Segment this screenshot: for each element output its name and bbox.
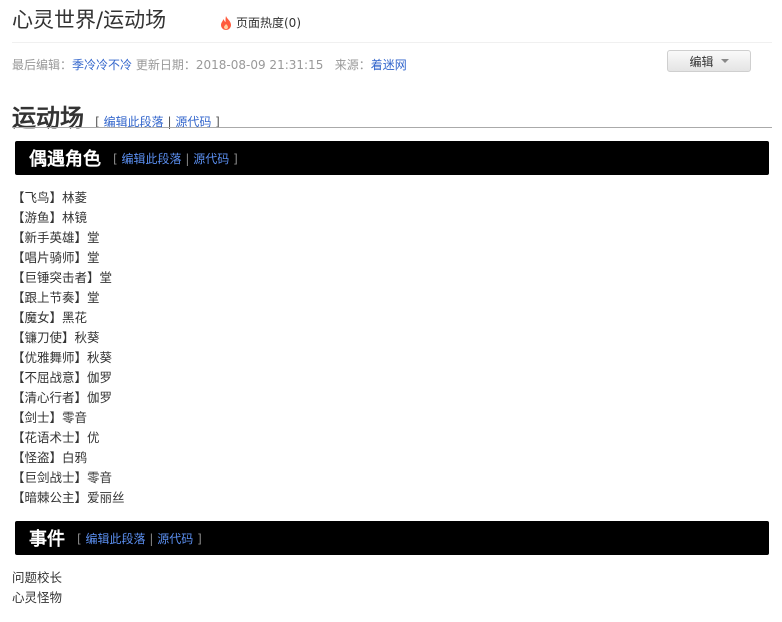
list-item: 【巨剑战士】零音	[12, 470, 113, 485]
events-list: 问题校长 心灵怪物	[12, 568, 62, 608]
page-title: 心灵世界/运动场	[12, 8, 167, 32]
bracket-open: [	[77, 531, 82, 546]
characters-edit-links: [ 编辑此段落 | 源代码 ]	[113, 150, 238, 167]
characters-header-bar: 偶遇角色 [ 编辑此段落 | 源代码 ]	[15, 141, 769, 175]
events-header-bar: 事件 [ 编辑此段落 | 源代码 ]	[15, 521, 769, 555]
update-time: 2018-08-09 21:31:15	[195, 58, 324, 72]
link-separator: |	[185, 151, 190, 166]
edit-meta: 最后编辑：季冷冷不冷 更新日期：2018-08-09 21:31:15 来源：着…	[12, 56, 407, 73]
characters-source-link[interactable]: 源代码	[193, 152, 229, 166]
events-source-link[interactable]: 源代码	[157, 532, 193, 546]
page-heat: 页面热度(0)	[220, 14, 301, 31]
editor-link[interactable]: 季冷冷不冷	[72, 58, 132, 72]
list-item: 心灵怪物	[12, 590, 63, 605]
edit-dropdown-button[interactable]: 编辑	[667, 50, 751, 72]
bracket-open: [	[113, 151, 118, 166]
section-divider	[12, 127, 772, 128]
list-item: 【清心行者】伽罗	[12, 390, 113, 405]
events-edit-links: [ 编辑此段落 | 源代码 ]	[77, 530, 202, 547]
list-item: 【镰刀使】秋葵	[12, 330, 100, 345]
list-item: 【巨锤突击者】堂	[12, 270, 113, 285]
bracket-close: ]	[197, 531, 202, 546]
list-item: 【唱片骑师】堂	[12, 250, 100, 265]
list-item: 问题校长	[12, 570, 63, 585]
characters-list: 【飞鸟】林菱 【游鱼】林镜 【新手英雄】堂 【唱片骑师】堂 【巨锤突击者】堂 【…	[12, 188, 125, 508]
bracket-close: ]	[233, 151, 238, 166]
list-item: 【花语术士】优	[12, 430, 100, 445]
list-item: 【暗棘公主】爱丽丝	[12, 490, 125, 505]
caret-down-icon	[720, 59, 729, 63]
list-item: 【魔女】黑花	[12, 310, 88, 325]
list-item: 【剑士】零音	[12, 410, 88, 425]
list-item: 【跟上节奏】堂	[12, 290, 100, 305]
heat-label: 页面热度(0)	[236, 16, 301, 30]
events-edit-link[interactable]: 编辑此段落	[86, 532, 146, 546]
fire-icon	[221, 15, 231, 30]
list-item: 【新手英雄】堂	[12, 230, 100, 245]
update-label: 更新日期：	[135, 58, 196, 72]
events-title: 事件	[29, 529, 65, 550]
characters-edit-link[interactable]: 编辑此段落	[122, 152, 182, 166]
header-divider	[12, 42, 772, 43]
list-item: 【飞鸟】林菱	[12, 190, 88, 205]
list-item: 【不屈战意】伽罗	[12, 370, 113, 385]
list-item: 【优雅舞师】秋葵	[12, 350, 113, 365]
source-site-link[interactable]: 着迷网	[371, 58, 407, 72]
list-item: 【游鱼】林镜	[12, 210, 88, 225]
characters-title: 偶遇角色	[29, 149, 101, 170]
edit-button-label: 编辑	[689, 54, 714, 69]
source-label: 来源：	[334, 58, 371, 72]
list-item: 【怪盗】白鸦	[12, 450, 88, 465]
link-separator: |	[149, 531, 154, 546]
last-edit-label: 最后编辑：	[12, 58, 73, 72]
